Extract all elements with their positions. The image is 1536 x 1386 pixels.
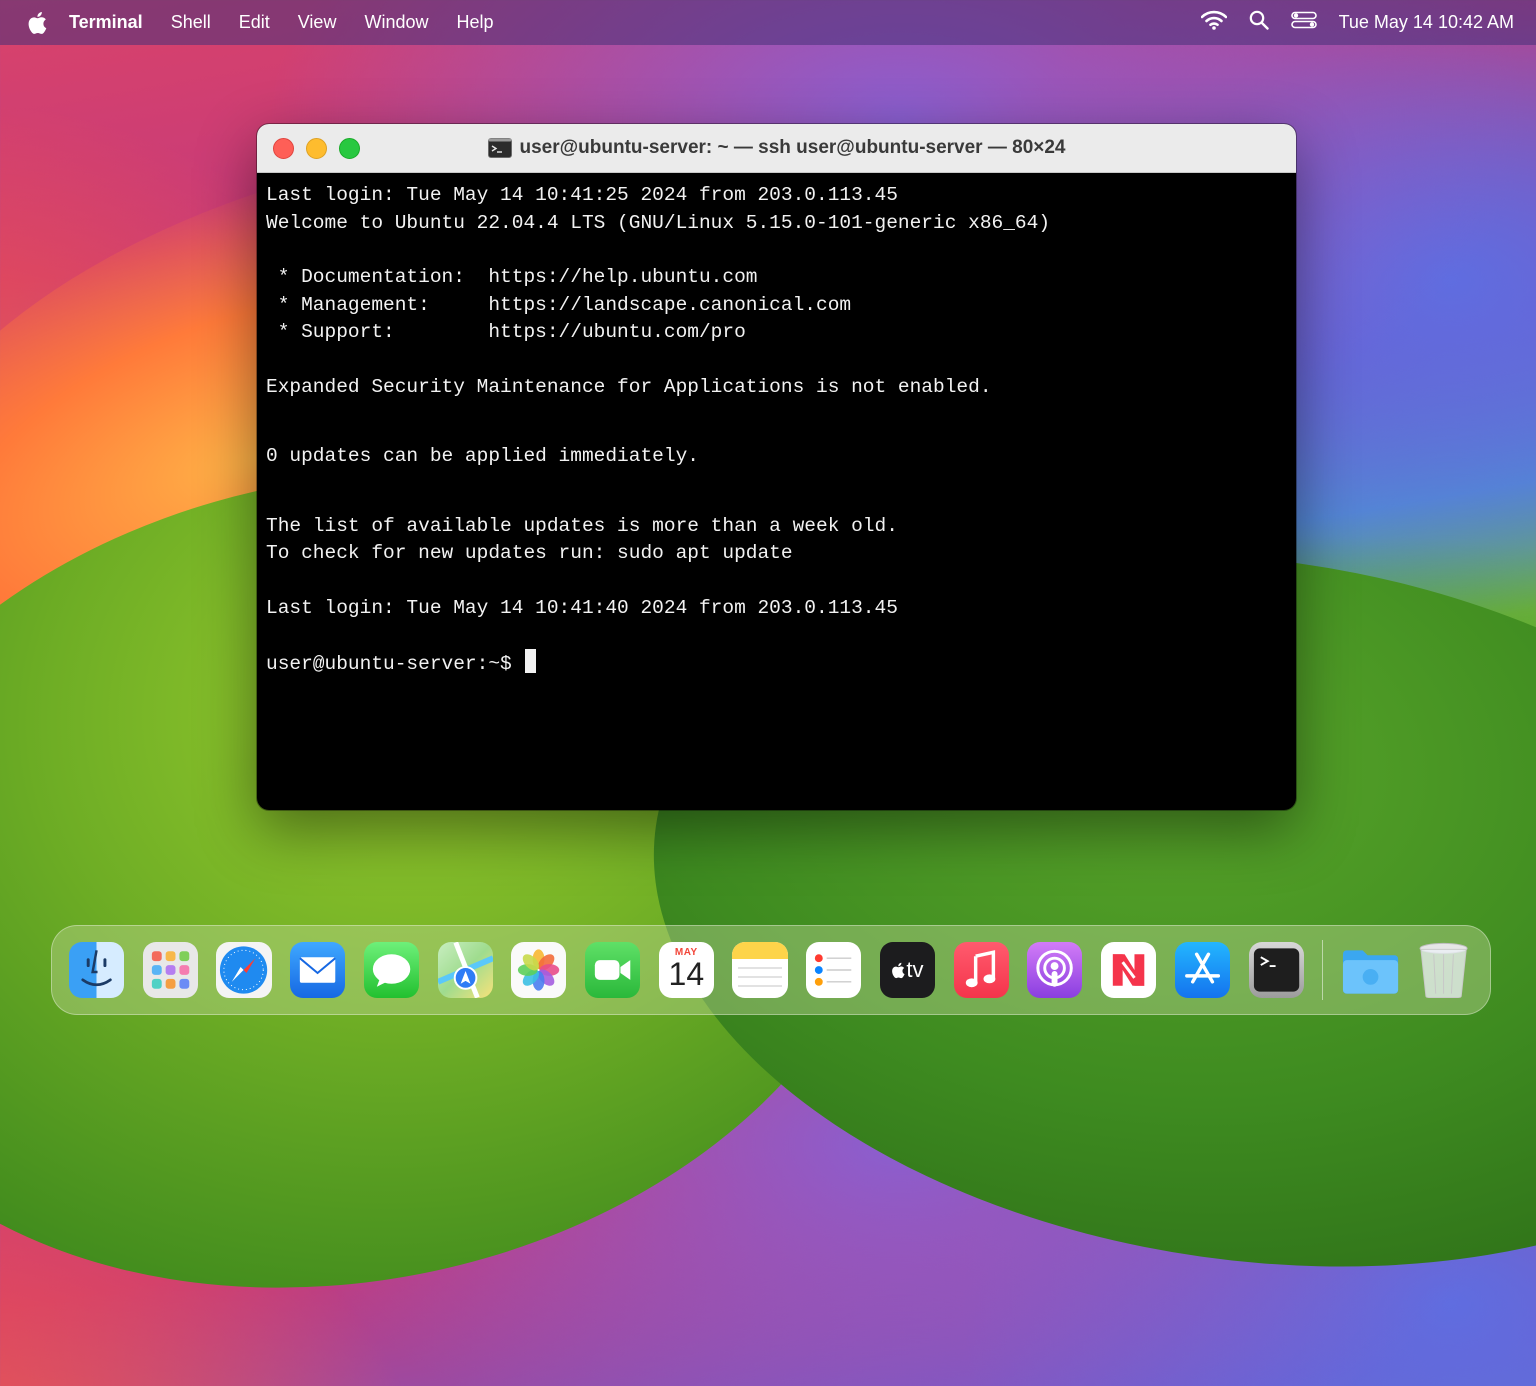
dock-safari[interactable] [216, 942, 272, 998]
folder-icon [1343, 950, 1399, 994]
facetime-camera-icon [594, 960, 631, 980]
terminal-line: Last login: Tue May 14 10:41:25 2024 fro… [266, 184, 898, 206]
terminal-line: * Documentation: https://help.ubuntu.com [266, 266, 758, 288]
dock-podcasts[interactable] [1027, 942, 1083, 998]
menu-edit[interactable]: Edit [239, 12, 270, 33]
terminal-line: The list of available updates is more th… [266, 514, 898, 537]
dock-photos[interactable] [511, 942, 567, 998]
dock-reminders[interactable] [806, 942, 862, 998]
menu-help[interactable]: Help [456, 12, 493, 33]
dock-apple-tv[interactable]: tv [879, 942, 936, 998]
news-icon [1112, 954, 1145, 986]
reminders-list-icon [815, 954, 852, 986]
music-note-icon [965, 950, 995, 988]
photos-flower-icon [518, 949, 560, 991]
dock-trash[interactable] [1416, 942, 1471, 998]
maps-location-icon [437, 942, 493, 998]
terminal-line: * Support: https://ubuntu.com/pro [266, 321, 746, 343]
podcasts-icon [1036, 949, 1074, 987]
text-cursor [525, 649, 537, 673]
safari-compass-icon [220, 946, 268, 994]
dock-separator [1322, 940, 1324, 1000]
wifi-icon[interactable] [1200, 10, 1227, 35]
dock-launchpad[interactable] [142, 942, 198, 998]
window-title: user@ubuntu-server: ~ — ssh user@ubuntu-… [257, 124, 1296, 172]
messages-bubble-icon [372, 954, 411, 987]
menu-window[interactable]: Window [364, 12, 428, 33]
dock-notes[interactable] [732, 942, 788, 998]
menu-view[interactable]: View [298, 12, 337, 33]
dock-messages[interactable] [363, 942, 419, 998]
dock-app-store[interactable] [1174, 942, 1230, 998]
terminal-output[interactable]: Last login: Tue May 14 10:41:25 2024 fro… [257, 173, 1296, 686]
dock-maps[interactable] [437, 942, 493, 998]
menu-shell[interactable]: Shell [171, 12, 211, 33]
menu-bar: Terminal Shell Edit View Window Help Tue… [0, 0, 1536, 45]
apple-tv-label: tv [906, 957, 924, 982]
dock-finder[interactable] [69, 942, 125, 998]
terminal-line: * Management: https://landscape.canonica… [266, 293, 852, 316]
dock-downloads-folder[interactable] [1341, 942, 1400, 998]
dock-music[interactable] [953, 942, 1009, 998]
terminal-prompt-line[interactable]: user@ubuntu-server:~$ [266, 649, 1287, 677]
terminal-app-icon [1253, 948, 1299, 992]
terminal-line: Last login: Tue May 14 10:41:40 2024 fro… [266, 596, 898, 619]
spotlight-search-icon[interactable] [1249, 10, 1269, 35]
dock-terminal[interactable] [1248, 942, 1304, 998]
menu-terminal[interactable]: Terminal [69, 12, 143, 33]
dock-news[interactable] [1101, 942, 1157, 998]
launchpad-grid-icon [151, 951, 189, 989]
dock-calendar[interactable]: MAY 14 [658, 942, 714, 998]
trash-can-icon [1419, 942, 1468, 998]
menu-bar-clock[interactable]: Tue May 14 10:42 AM [1339, 12, 1514, 33]
dock: MAY 14 tv [51, 925, 1491, 1015]
window-title-bar[interactable]: user@ubuntu-server: ~ — ssh user@ubuntu-… [257, 124, 1296, 173]
dock-mail[interactable] [290, 942, 346, 998]
terminal-line: To check for new updates run: sudo apt u… [266, 542, 793, 564]
dock-facetime[interactable] [585, 942, 641, 998]
app-store-icon [1184, 952, 1220, 984]
terminal-line: Welcome to Ubuntu 22.04.4 LTS (GNU/Linux… [266, 211, 1051, 234]
finder-face-icon [81, 950, 112, 987]
terminal-line: 0 updates can be applied immediately. [266, 445, 699, 467]
terminal-line: Expanded Security Maintenance for Applic… [266, 375, 992, 398]
terminal-proxy-icon[interactable] [487, 138, 512, 158]
window-title-text: user@ubuntu-server: ~ — ssh user@ubuntu-… [519, 137, 1066, 158]
control-center-icon[interactable] [1290, 11, 1317, 34]
mail-envelope-icon [299, 957, 337, 983]
notes-pad-icon [732, 942, 788, 987]
terminal-window[interactable]: user@ubuntu-server: ~ — ssh user@ubuntu-… [257, 124, 1296, 810]
apple-logo-icon[interactable] [27, 10, 49, 36]
apple-tv-logo-icon [892, 962, 905, 978]
calendar-day: 14 [668, 956, 705, 992]
shell-prompt: user@ubuntu-server:~$ [266, 653, 524, 675]
